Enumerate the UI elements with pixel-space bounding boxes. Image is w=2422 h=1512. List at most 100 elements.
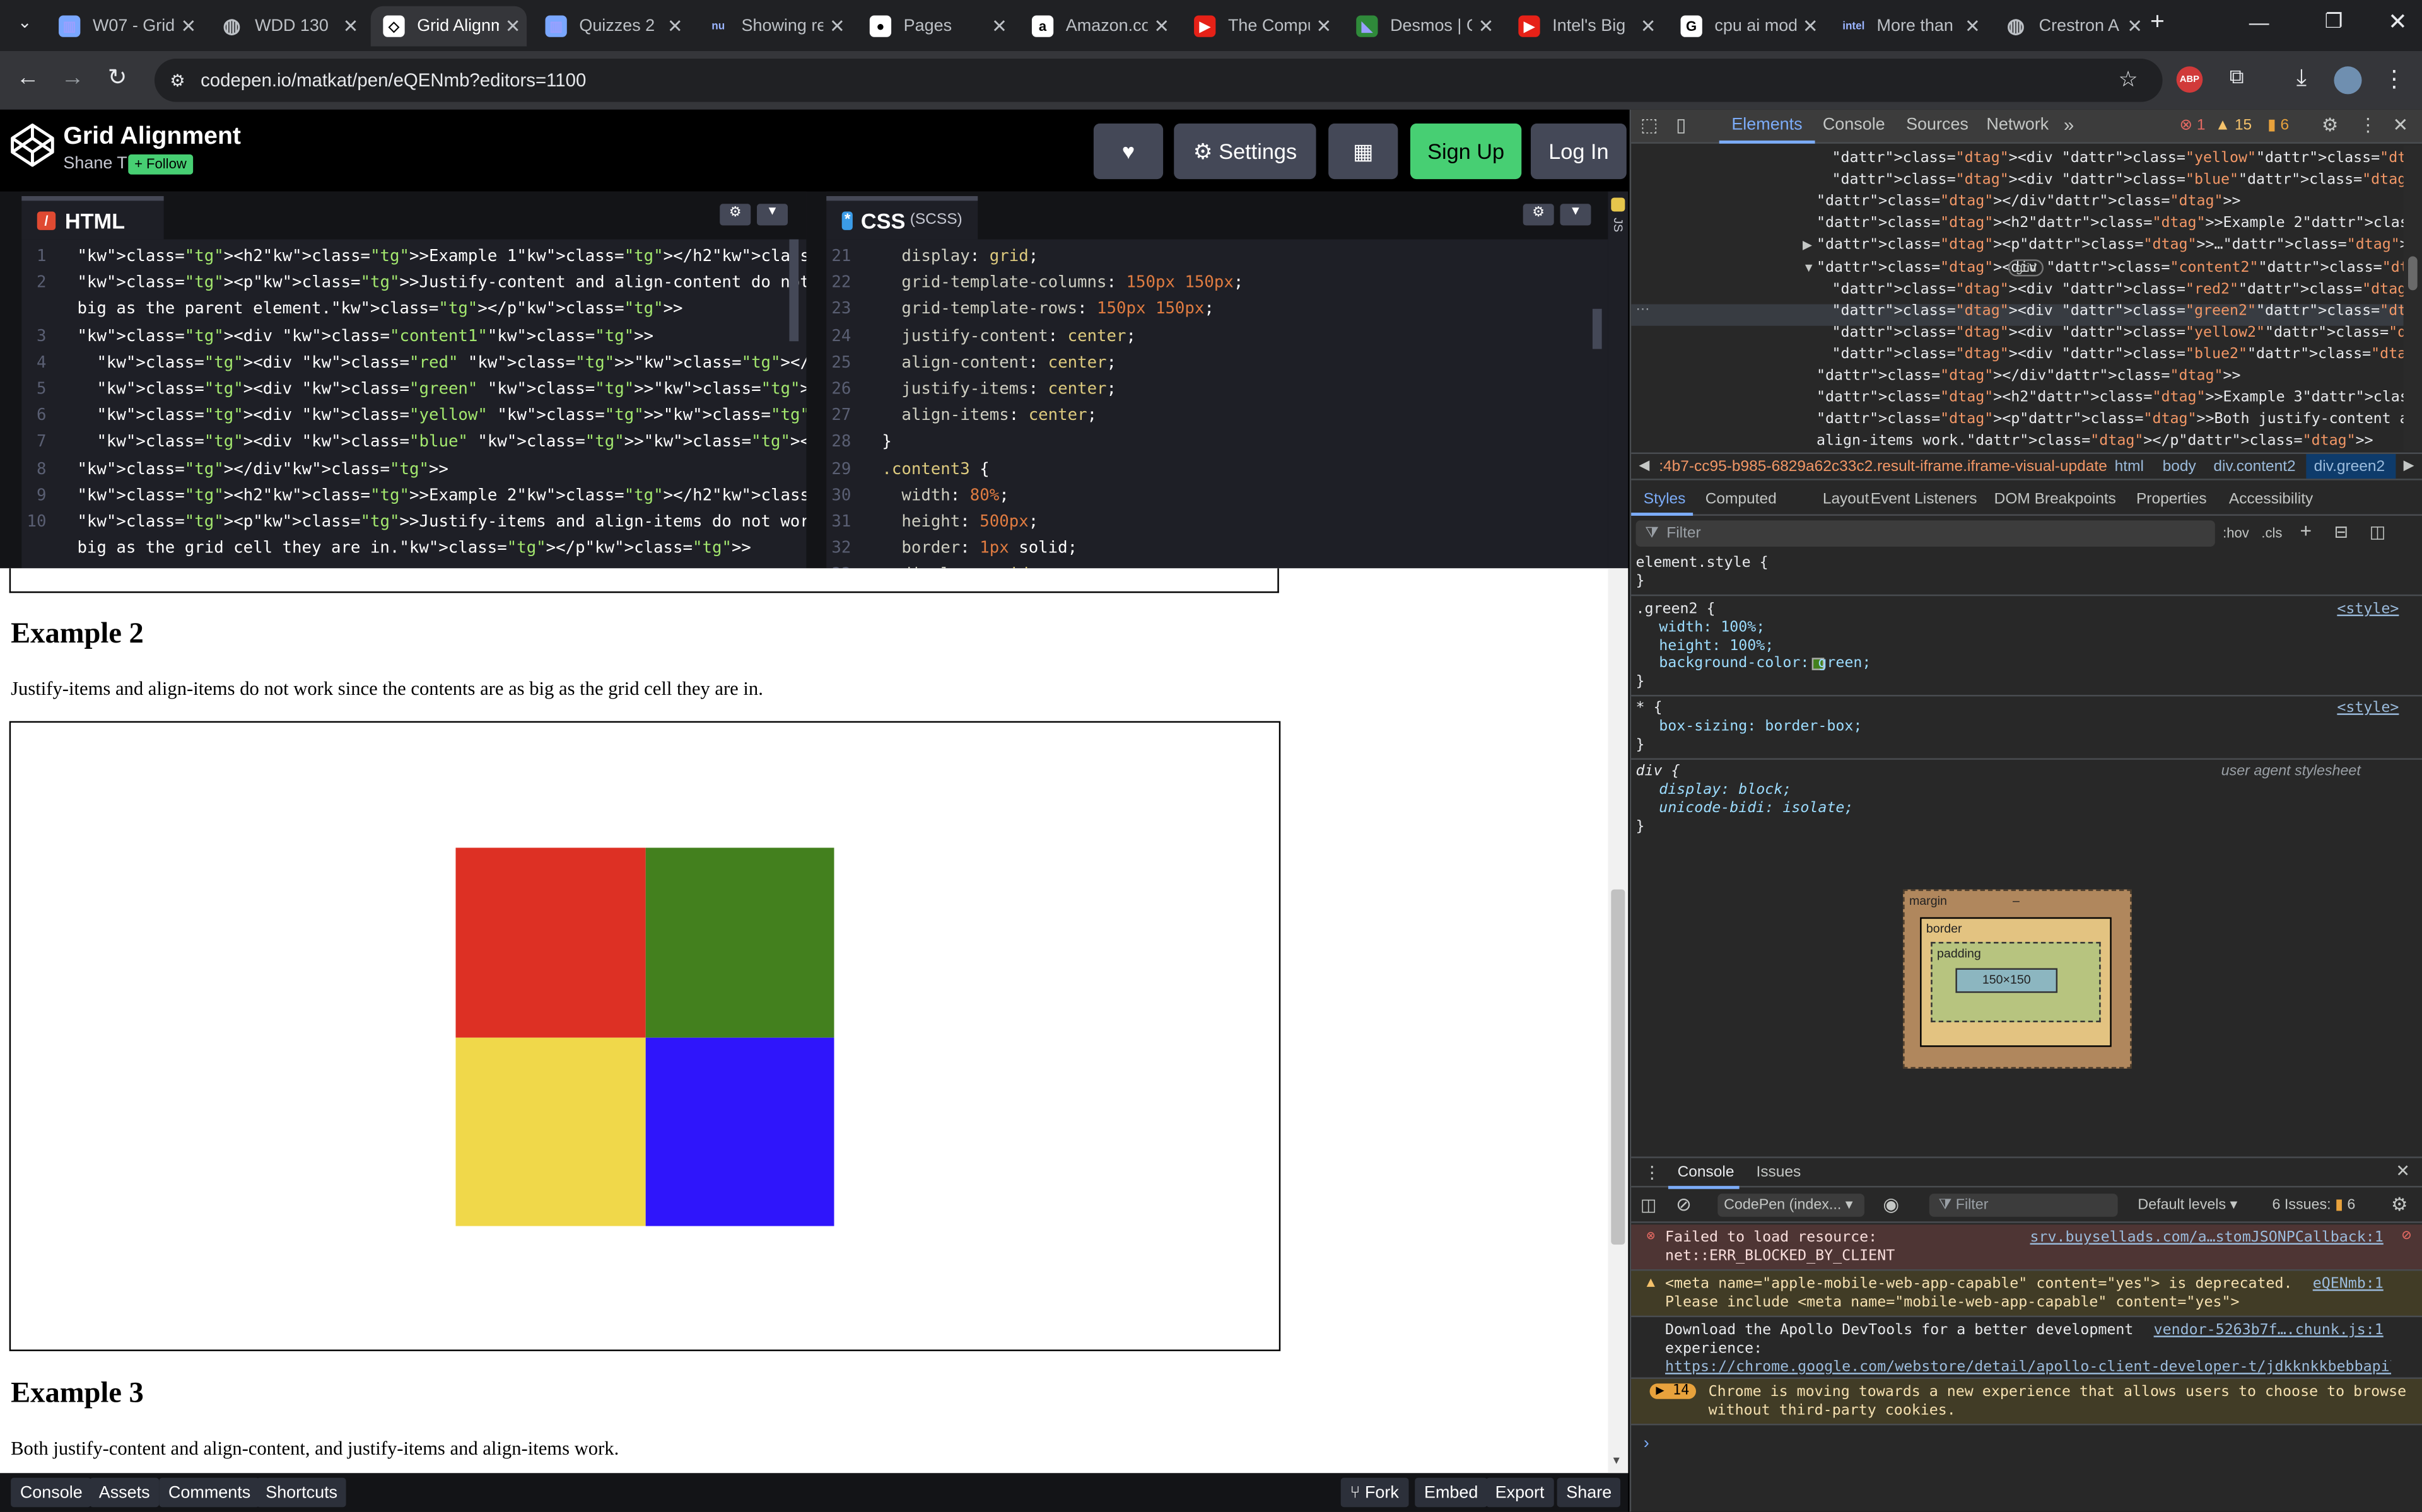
drawer-tab-issues[interactable]: Issues: [1757, 1165, 1801, 1182]
tab-network[interactable]: Network: [1986, 116, 2049, 134]
code-line[interactable]: "kw">class="tg"><div "kw">class="yellow"…: [77, 404, 806, 430]
browser-tab[interactable]: ▥ Quizzes 2 ✕: [533, 6, 689, 47]
live-expression-eye-icon[interactable]: ◉: [1883, 1194, 1899, 1215]
bookmark-star-icon[interactable]: ☆: [2119, 66, 2138, 93]
expand-arrow-icon[interactable]: ▶: [1803, 238, 1812, 252]
red2-cell[interactable]: [455, 847, 646, 1038]
code-line[interactable]: big as the grid cell they are in."kw">cl…: [77, 536, 751, 562]
assets-button[interactable]: Assets: [90, 1477, 160, 1508]
browser-tab[interactable]: ▥ W07 - Grid ✕: [46, 6, 202, 47]
rule-element-style-selector[interactable]: element.style {: [1635, 554, 1768, 571]
browser-tab[interactable]: ◇ Grid Alignment✕: [370, 6, 527, 47]
tab-close-icon[interactable]: ✕: [2121, 15, 2148, 37]
console-context-select[interactable]: CodePen (index... ▾: [1717, 1194, 1864, 1217]
code-line[interactable]: grid-template-rows: 150px 150px;: [882, 297, 1214, 323]
dom-node[interactable]: "dattr">class="dtag"><div "dattr">class=…: [1832, 150, 2422, 167]
layout-button[interactable]: ▦: [1328, 123, 1398, 180]
code-line[interactable]: justify-items: center;: [882, 377, 1116, 404]
issues-counter[interactable]: 6 Issues: ▮ 6: [2272, 1197, 2355, 1214]
code-line[interactable]: "kw">class="tg"><div "kw">class="red" "k…: [77, 350, 806, 376]
apollo-devtools-link[interactable]: https://chrome.google.com/webstore/detai…: [1665, 1359, 2391, 1376]
drawer-menu-icon[interactable]: ⋮: [1644, 1163, 1661, 1183]
code-line[interactable]: "kw">class="tg"><p"kw">class="tg">>Justi…: [77, 270, 806, 297]
pen-title[interactable]: Grid Alignment: [63, 124, 241, 151]
rule-universal-prop[interactable]: box-sizing: border-box;: [1659, 718, 1862, 735]
dom-node[interactable]: "dattr">class="dtag"><div "dattr">class=…: [1832, 302, 2422, 319]
html-tab[interactable]: / HTML: [21, 196, 164, 240]
box-model-content[interactable]: 150×150: [1955, 968, 2058, 993]
dom-node[interactable]: "dattr">class="dtag"><div "dattr">class=…: [1816, 259, 2422, 276]
js-editor-collapsed[interactable]: JS: [1608, 191, 1629, 569]
code-line[interactable]: grid-template-columns: 150px 150px;: [882, 270, 1243, 297]
sidebar-toggle-icon[interactable]: ◫: [2370, 522, 2385, 542]
console-settings-gear-icon[interactable]: ⚙: [2391, 1194, 2407, 1215]
blocked-request-icon[interactable]: ⊘: [2402, 1228, 2411, 1245]
tab-close-icon[interactable]: ✕: [175, 15, 202, 37]
warning-count[interactable]: ▲ 15: [2215, 117, 2252, 134]
restore-icon[interactable]: ❐: [2325, 9, 2343, 34]
box-model-margin[interactable]: margin – border padding 150×150: [1903, 889, 2132, 1069]
log-levels-select[interactable]: Default levels ▾: [2138, 1197, 2237, 1214]
tab-close-icon[interactable]: ✕: [1310, 15, 1338, 37]
tab-elements[interactable]: Elements: [1731, 116, 1802, 134]
box-model-border[interactable]: border padding 150×150: [1920, 917, 2112, 1047]
styles-filter-input[interactable]: ⧩ Filter: [1635, 520, 2215, 547]
console-sidebar-icon[interactable]: ◫: [1641, 1195, 1656, 1215]
rule-green2-selector[interactable]: .green2 {: [1635, 601, 1715, 618]
tab-search-chevron-icon[interactable]: ⌄: [9, 13, 40, 40]
dom-node[interactable]: "dattr">class="dtag"><div "dattr">class=…: [1832, 172, 2422, 189]
breadcrumb-left-arrow-icon[interactable]: ◀: [1639, 457, 1649, 474]
collapse-arrow-icon[interactable]: ▼: [1803, 260, 1815, 274]
tab-console[interactable]: Console: [1823, 116, 1885, 134]
html-settings-gear-icon[interactable]: ⚙: [720, 204, 751, 226]
tab-close-icon[interactable]: ✕: [661, 15, 689, 37]
styles-subtab[interactable]: Event Listeners: [1871, 491, 1977, 508]
code-line[interactable]: align-items: center;: [882, 404, 1097, 430]
browser-tab[interactable]: a Amazon.com✕: [1019, 6, 1175, 47]
console-filter-input[interactable]: ⧩ Filter: [1929, 1194, 2118, 1217]
fork-button[interactable]: ⑂ Fork: [1340, 1477, 1408, 1508]
tab-close-icon[interactable]: ✕: [1472, 15, 1500, 37]
code-line[interactable]: justify-content: center;: [882, 323, 1136, 350]
tab-close-icon[interactable]: ✕: [337, 15, 365, 37]
node-actions-ellipsis-icon[interactable]: ⋯: [1635, 301, 1649, 318]
code-line[interactable]: "kw">class="tg"><div "kw">class="green" …: [77, 377, 806, 404]
url-text[interactable]: codepen.io/matkat/pen/eQENmb?editors=110…: [201, 69, 586, 91]
styles-subtab[interactable]: Accessibility: [2229, 491, 2313, 508]
browser-tab[interactable]: Gcpu ai model✕: [1668, 6, 1824, 47]
rule-universal-selector[interactable]: * {: [1635, 699, 1662, 716]
styles-subtab[interactable]: Layout: [1823, 491, 1869, 508]
dom-node[interactable]: "dattr">class="dtag"><h2"dattr">class="d…: [1816, 215, 2422, 232]
forward-arrow-icon[interactable]: →: [54, 65, 91, 91]
embed-button[interactable]: Embed: [1415, 1477, 1488, 1508]
dom-scrollbar-thumb[interactable]: [2407, 256, 2418, 291]
drawer-close-icon[interactable]: ✕: [2396, 1161, 2410, 1181]
dom-node[interactable]: "dattr">class="dtag"><p"dattr">class="dt…: [1816, 237, 2422, 254]
follow-button[interactable]: + Follow: [128, 154, 193, 175]
tab-close-icon[interactable]: ✕: [823, 15, 851, 37]
signup-button[interactable]: Sign Up: [1410, 123, 1522, 180]
browser-tab[interactable]: ◣ Desmos | Graphing✕: [1344, 6, 1500, 47]
console-message-grouped[interactable]: ▶ 14 Chrome is moving towards a new exper…: [1631, 1378, 2422, 1426]
css-tab[interactable]: * CSS (SCSS): [826, 196, 978, 240]
yellow2-cell[interactable]: [455, 1037, 646, 1226]
browser-tab[interactable]: ● Pages ✕: [857, 6, 1013, 47]
tab-sources[interactable]: Sources: [1906, 116, 1969, 134]
devtools-settings-gear-icon[interactable]: ⚙: [2322, 114, 2338, 136]
minimize-icon[interactable]: —: [2249, 11, 2269, 34]
code-line[interactable]: display: grid;: [882, 244, 1038, 270]
code-line[interactable]: .content3 {: [882, 457, 989, 483]
rule-div-selector[interactable]: div {: [1635, 763, 1680, 780]
console-source-link[interactable]: eQENmb:1: [2313, 1276, 2384, 1293]
dom-node[interactable]: "dattr">class="dtag"><h2"dattr">class="d…: [1816, 389, 2422, 406]
tab-close-icon[interactable]: ✕: [1634, 15, 1662, 37]
browser-tab[interactable]: ▶ The Computer✕: [1181, 6, 1337, 47]
css-code[interactable]: 21 display: grid; 22 grid-template-column…: [805, 240, 1608, 568]
breadcrumb-right-arrow-icon[interactable]: ▶: [2404, 457, 2414, 474]
green2-cell[interactable]: [645, 847, 834, 1038]
code-line[interactable]: "kw">class="tg"><div "kw">class="blue" "…: [77, 430, 806, 457]
login-button[interactable]: Log In: [1530, 123, 1627, 180]
code-line[interactable]: "kw">class="tg"><div "kw">class="content…: [77, 323, 653, 350]
styles-subtab[interactable]: Properties: [2136, 491, 2207, 508]
dom-node[interactable]: "dattr">class="dtag"><div "dattr">class=…: [1832, 346, 2422, 363]
